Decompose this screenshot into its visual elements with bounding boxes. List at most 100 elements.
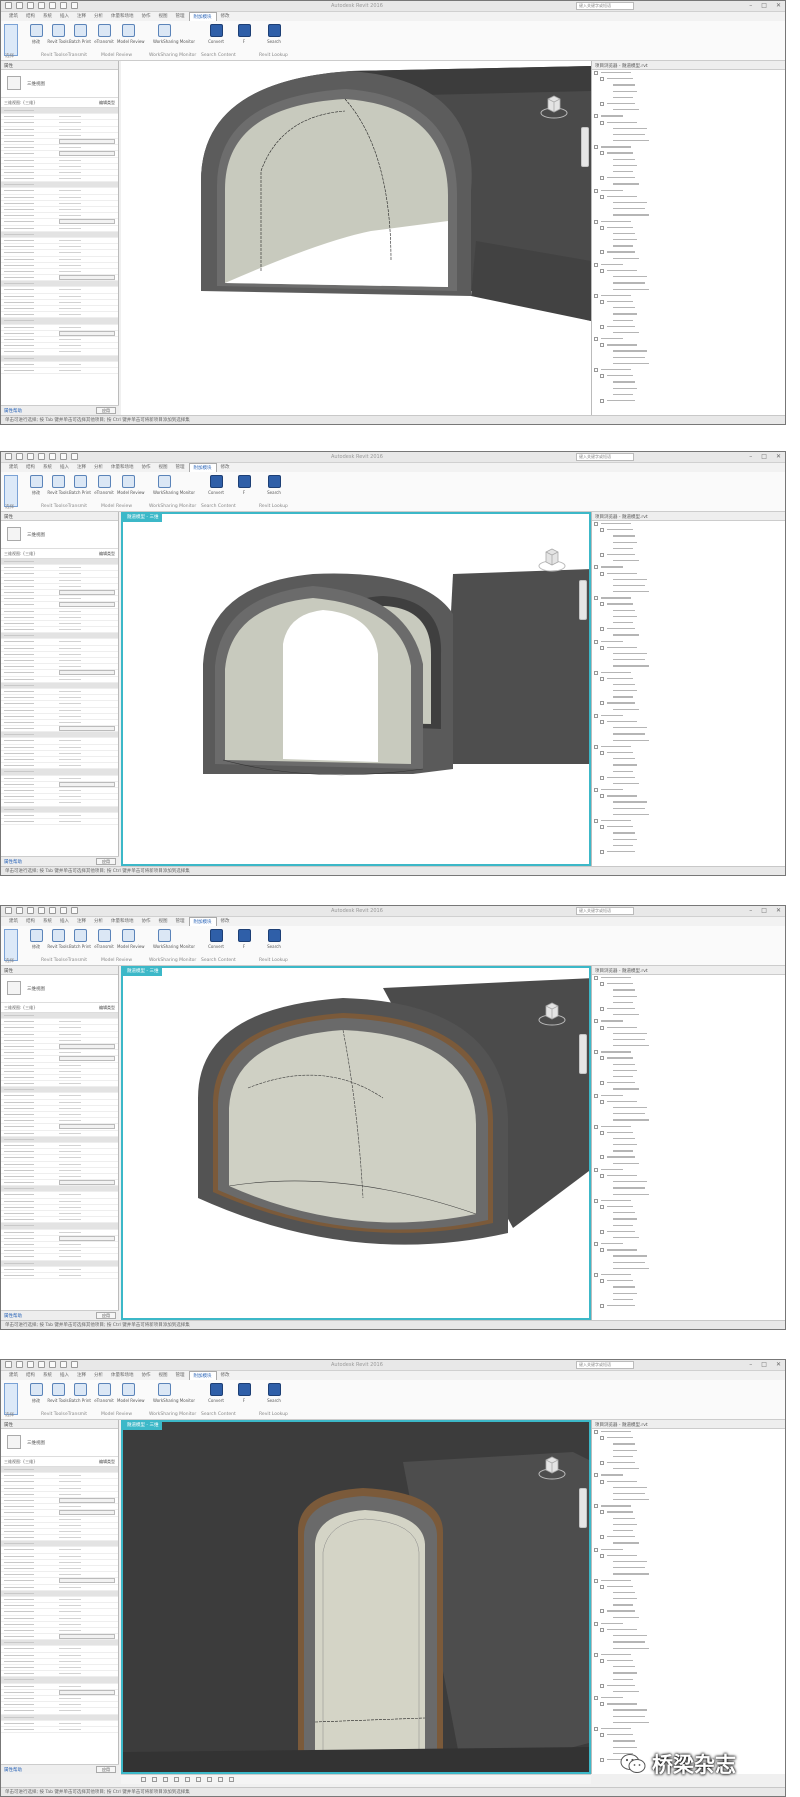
property-value[interactable] bbox=[59, 306, 115, 311]
property-value[interactable] bbox=[59, 1272, 115, 1278]
print-icon[interactable] bbox=[49, 453, 56, 460]
print-icon[interactable] bbox=[49, 907, 56, 914]
tree-expander-icon[interactable] bbox=[594, 1547, 598, 1552]
property-value[interactable] bbox=[59, 639, 115, 645]
property-value[interactable] bbox=[59, 1124, 115, 1130]
property-value[interactable] bbox=[59, 1702, 115, 1708]
maximize-icon[interactable]: □ bbox=[761, 907, 767, 914]
tree-expander-icon[interactable] bbox=[594, 1242, 598, 1247]
type-selector[interactable]: 三维视图 bbox=[1, 975, 118, 1003]
property-value[interactable] bbox=[59, 1658, 115, 1664]
ribbon-tab[interactable]: 协作 bbox=[138, 12, 155, 21]
property-value[interactable] bbox=[59, 145, 115, 151]
tree-expander-icon[interactable] bbox=[600, 176, 604, 181]
property-value[interactable] bbox=[59, 1720, 115, 1726]
ribbon-tab[interactable]: 系统 bbox=[39, 917, 56, 926]
type-selector[interactable]: 三维视图 bbox=[1, 521, 118, 549]
tree-expander-icon[interactable] bbox=[594, 1198, 598, 1203]
property-value[interactable] bbox=[59, 1522, 115, 1528]
instance-filter[interactable]: 三维视图: {三维} 编辑类型 bbox=[1, 1457, 118, 1467]
property-value[interactable] bbox=[59, 1510, 115, 1516]
tree-expander-icon[interactable] bbox=[594, 639, 598, 644]
ribbon-tab[interactable]: 结构 bbox=[22, 1371, 39, 1380]
ribbon-tab[interactable]: 结构 bbox=[22, 917, 39, 926]
save-icon[interactable] bbox=[16, 907, 23, 914]
tree-expander-icon[interactable] bbox=[600, 1006, 604, 1011]
property-value[interactable] bbox=[59, 1180, 115, 1186]
property-value[interactable] bbox=[59, 1726, 115, 1732]
tree-expander-icon[interactable] bbox=[600, 1081, 604, 1086]
property-value[interactable] bbox=[59, 583, 115, 589]
instance-filter[interactable]: 三维视图: {三维} 编辑类型 bbox=[1, 1003, 118, 1013]
tree-expander-icon[interactable] bbox=[594, 1273, 598, 1277]
maximize-icon[interactable]: □ bbox=[761, 453, 767, 460]
close-icon[interactable]: ✕ bbox=[776, 453, 781, 460]
ribbon-tab[interactable]: 附加模块 bbox=[188, 12, 217, 21]
property-value[interactable] bbox=[59, 1204, 115, 1210]
ribbon-tab[interactable]: 体量和场地 bbox=[107, 463, 138, 472]
property-value[interactable] bbox=[59, 614, 115, 620]
property-value[interactable] bbox=[59, 1062, 115, 1068]
property-value[interactable] bbox=[59, 713, 115, 719]
sun-path-icon[interactable] bbox=[174, 1777, 179, 1782]
property-value[interactable] bbox=[59, 1491, 115, 1497]
drawing-area[interactable]: 隧道模型 - 三维 bbox=[121, 1420, 591, 1774]
type-selector[interactable]: 三维视图 bbox=[1, 70, 118, 98]
tree-expander-icon[interactable] bbox=[600, 250, 604, 255]
navigation-bar[interactable] bbox=[579, 1488, 587, 1528]
properties-help-link[interactable]: 属性帮助 bbox=[4, 409, 22, 414]
ribbon-tab[interactable]: 管理 bbox=[172, 1371, 189, 1380]
tree-expander-icon[interactable] bbox=[600, 101, 604, 106]
tree-expander-icon[interactable] bbox=[600, 1229, 604, 1234]
help-search-input[interactable]: 键入关键字或短语 bbox=[576, 1361, 634, 1369]
scale-icon[interactable] bbox=[141, 1777, 146, 1782]
tree-expander-icon[interactable] bbox=[600, 1683, 604, 1688]
edit-type-button[interactable]: 编辑类型 bbox=[99, 551, 115, 557]
tree-expander-icon[interactable] bbox=[600, 1155, 604, 1160]
property-value[interactable] bbox=[59, 763, 115, 769]
tree-expander-icon[interactable] bbox=[594, 1093, 598, 1098]
save-icon[interactable] bbox=[16, 2, 23, 9]
property-value[interactable] bbox=[59, 1603, 115, 1609]
property-value[interactable] bbox=[59, 250, 115, 256]
ribbon-tab[interactable]: 分析 bbox=[90, 463, 107, 472]
properties-help-link[interactable]: 属性帮助 bbox=[4, 1314, 22, 1319]
property-value[interactable] bbox=[59, 1031, 115, 1037]
property-value[interactable] bbox=[59, 343, 115, 349]
tree-expander-icon[interactable] bbox=[594, 1124, 598, 1129]
tree-expander-icon[interactable] bbox=[594, 596, 598, 601]
property-value[interactable] bbox=[59, 336, 115, 342]
ribbon-tab[interactable]: 注释 bbox=[73, 917, 90, 926]
property-value[interactable] bbox=[59, 1473, 115, 1479]
property-value[interactable] bbox=[59, 812, 115, 818]
tree-expander-icon[interactable] bbox=[594, 1578, 598, 1583]
tree-expander-icon[interactable] bbox=[600, 120, 604, 125]
minimize-icon[interactable]: – bbox=[749, 453, 752, 460]
tree-expander-icon[interactable] bbox=[600, 1279, 604, 1284]
tree-expander-icon[interactable] bbox=[600, 1658, 604, 1663]
type-selector[interactable]: 三维视图 bbox=[1, 1429, 118, 1457]
property-value[interactable] bbox=[59, 701, 115, 707]
viewcube-icon[interactable] bbox=[537, 1452, 567, 1482]
ribbon-tab[interactable]: 分析 bbox=[90, 917, 107, 926]
modify-tool-icon[interactable] bbox=[4, 24, 18, 56]
property-value[interactable] bbox=[59, 781, 115, 787]
maximize-icon[interactable]: □ bbox=[761, 1361, 767, 1368]
property-value[interactable] bbox=[59, 651, 115, 657]
close-icon[interactable]: ✕ bbox=[776, 1361, 781, 1368]
minimize-icon[interactable]: – bbox=[749, 1361, 752, 1368]
property-value[interactable] bbox=[59, 244, 115, 250]
tree-expander-icon[interactable] bbox=[594, 1019, 598, 1024]
property-value[interactable] bbox=[59, 787, 115, 793]
tree-expander-icon[interactable] bbox=[600, 324, 604, 329]
ribbon-tab[interactable]: 系统 bbox=[39, 12, 56, 21]
ribbon-tab[interactable]: 注释 bbox=[73, 12, 90, 21]
property-value[interactable] bbox=[59, 1652, 115, 1658]
tree-expander-icon[interactable] bbox=[594, 114, 598, 119]
property-value[interactable] bbox=[59, 1615, 115, 1621]
property-value[interactable] bbox=[59, 571, 115, 577]
tree-expander-icon[interactable] bbox=[594, 1696, 598, 1701]
ribbon-tab[interactable]: 视图 bbox=[155, 463, 172, 472]
help-search-input[interactable]: 键入关键字或短语 bbox=[576, 453, 634, 461]
property-value[interactable] bbox=[59, 1099, 115, 1105]
